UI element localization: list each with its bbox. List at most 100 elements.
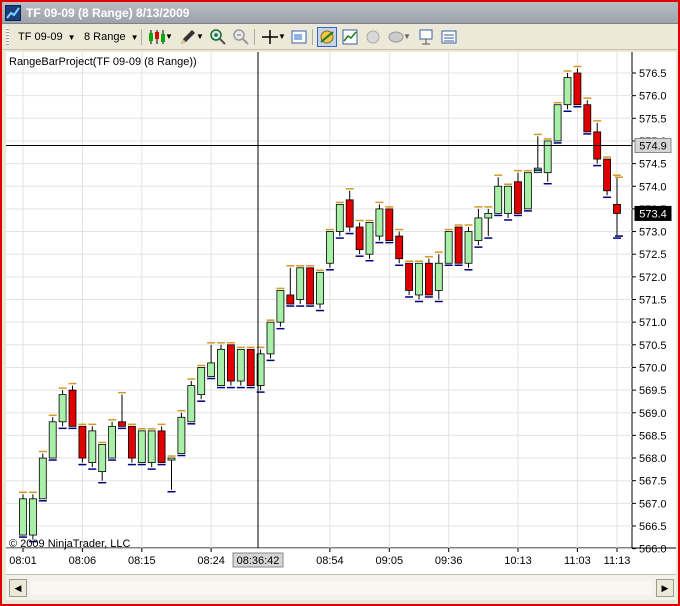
y-tick-label: 570.0	[639, 362, 667, 374]
toolbar-divider	[254, 29, 255, 45]
candle-body	[524, 172, 532, 210]
candle-body	[167, 457, 176, 461]
y-tick-label: 572.5	[639, 249, 667, 261]
candle-body	[405, 262, 414, 291]
y-tick-label: 575.5	[639, 113, 667, 125]
candle-body	[375, 208, 384, 237]
candle-body	[78, 425, 87, 459]
strategies-icon[interactable]	[317, 27, 337, 47]
candle-body	[286, 294, 295, 305]
y-tick-label: 571.0	[639, 317, 667, 329]
candle-body	[98, 444, 107, 473]
y-tick-label: 567.5	[639, 476, 667, 488]
instrument-label: TF 09-09	[18, 31, 63, 43]
candle-body	[444, 231, 453, 264]
toolbar-grip[interactable]	[6, 28, 9, 46]
zoom-out-icon[interactable]	[231, 27, 251, 47]
candle-body	[603, 158, 611, 192]
y-tick-label: 571.5	[639, 295, 667, 307]
y-tick-label: 570.5	[639, 340, 667, 352]
horizontal-scrollbar[interactable]: ◀ ▶	[6, 574, 676, 600]
chart-app-icon	[5, 5, 21, 21]
candle-body	[583, 104, 592, 133]
interval-label: 8 Range	[84, 31, 126, 43]
candle-body	[197, 367, 206, 396]
y-tick-label: 572.0	[639, 272, 667, 284]
x-tick-label: 08:24	[197, 555, 225, 567]
y-tick-label: 573.0	[639, 227, 667, 239]
candle-body	[266, 321, 275, 355]
x-tick-label: 08:06	[69, 555, 97, 567]
chevron-down-icon[interactable]: ▼	[403, 27, 413, 47]
candle-body	[514, 181, 522, 214]
toolbar-divider	[312, 29, 313, 45]
candle-body	[118, 421, 126, 427]
x-tick-label: 08:15	[128, 555, 156, 567]
candle-body	[108, 425, 116, 459]
candle-body	[335, 203, 344, 232]
drawing-tool-pencil-icon[interactable]	[178, 27, 198, 47]
candle-body	[88, 430, 97, 463]
data-series-icon[interactable]	[439, 27, 459, 47]
scroll-track[interactable]	[30, 581, 652, 595]
candle-body	[454, 226, 463, 264]
chart-toolbar: TF 09-09 ▼ 8 Range ▼ ▼ ▼ ▼ ▼	[2, 24, 678, 50]
candle-body	[494, 185, 503, 214]
copyright-text: © 2009 NinjaTrader, LLC	[9, 538, 131, 550]
candle-body	[38, 457, 47, 500]
candle-body	[296, 267, 305, 300]
window-title: TF 09-09 (8 Range) 8/13/2009	[26, 6, 190, 20]
candle-body	[19, 498, 27, 536]
candle-body	[276, 290, 285, 323]
x-tick-label: 10:13	[504, 555, 532, 567]
candle-body	[217, 348, 225, 386]
candle-body	[48, 421, 57, 459]
indicators-icon[interactable]	[340, 27, 360, 47]
candle-body	[464, 231, 473, 264]
x-tick-label: 08:01	[9, 555, 37, 567]
x-tick-label: 09:05	[376, 555, 404, 567]
snapshot-icon[interactable]	[416, 27, 436, 47]
candle-body	[474, 217, 483, 242]
y-tick-label: 569.0	[639, 408, 667, 420]
last-price-label: 573.4	[639, 208, 667, 220]
y-tick-label: 567.0	[639, 498, 667, 510]
chevron-down-icon[interactable]: ▼	[278, 27, 288, 47]
crosshair-icon[interactable]	[260, 27, 280, 47]
candle-body	[355, 226, 364, 251]
candle-body	[573, 72, 582, 106]
candle-body	[306, 267, 315, 305]
price-chart[interactable]: 576.5576.0575.5575.0574.5574.0573.5573.0…	[6, 52, 676, 574]
candle-body	[236, 348, 245, 382]
candle-body	[434, 262, 443, 291]
candle-body	[395, 235, 404, 260]
chart-window: TF 09-09 (8 Range) 8/13/2009 TF 09-09 ▼ 8…	[0, 0, 680, 606]
chart-series-label: RangeBarProject(TF 09-09 (8 Range))	[9, 56, 197, 68]
alerts-icon[interactable]	[363, 27, 383, 47]
y-tick-label: 568.0	[639, 453, 667, 465]
x-tick-label: 08:54	[316, 555, 344, 567]
y-tick-label: 576.0	[639, 91, 667, 103]
zoom-in-icon[interactable]	[208, 27, 228, 47]
interval-selector[interactable]: 8 Range ▼	[84, 27, 139, 47]
chart-style-button[interactable]	[147, 27, 167, 47]
chevron-down-icon: ▼	[67, 33, 76, 42]
chevron-down-icon[interactable]: ▼	[196, 27, 206, 47]
y-tick-label: 566.5	[639, 521, 667, 533]
candle-body	[187, 385, 196, 423]
title-bar[interactable]: TF 09-09 (8 Range) 8/13/2009	[2, 2, 678, 24]
instrument-selector[interactable]: TF 09-09 ▼	[18, 27, 76, 47]
chevron-down-icon[interactable]: ▼	[165, 27, 175, 47]
data-box-icon[interactable]	[289, 27, 309, 47]
candle-body	[504, 185, 513, 214]
candle-body	[385, 208, 394, 242]
candle-body	[246, 348, 255, 386]
candle-body	[325, 231, 334, 264]
candle-body	[613, 203, 621, 214]
candle-body	[207, 362, 216, 377]
scroll-right-button[interactable]: ▶	[656, 579, 674, 597]
scroll-left-button[interactable]: ◀	[9, 579, 27, 597]
y-tick-label: 566.0	[639, 544, 667, 556]
price-chart-panel[interactable]: 576.5576.0575.5575.0574.5574.0573.5573.0…	[6, 52, 676, 574]
candle-body	[137, 430, 146, 463]
